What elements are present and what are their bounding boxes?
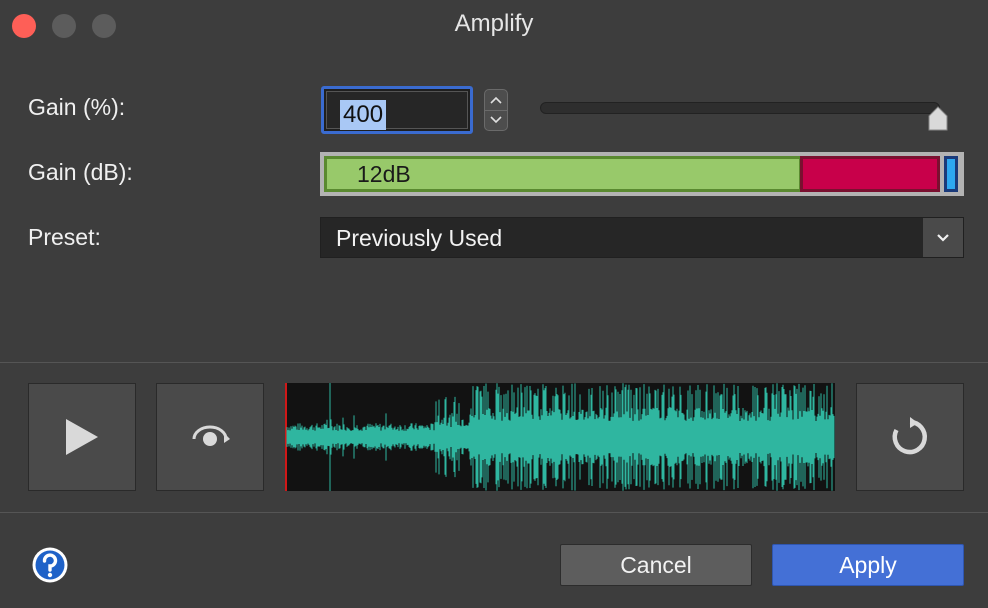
preset-dropdown[interactable]: Previously Used — [320, 217, 964, 258]
title-bar: Amplify — [0, 0, 988, 54]
play-button[interactable] — [28, 383, 136, 491]
gain-percent-field[interactable]: 400 — [321, 86, 473, 134]
play-icon — [66, 419, 98, 455]
preset-dropdown-button[interactable] — [923, 218, 963, 257]
gain-db-meter[interactable]: 12dB — [320, 152, 964, 196]
loop-play-button[interactable] — [156, 383, 264, 491]
gain-percent-field-inner: 400 — [326, 91, 468, 130]
chevron-up-icon — [490, 96, 502, 104]
refresh-icon — [892, 417, 927, 455]
preset-label: Preset: — [28, 224, 101, 250]
apply-button[interactable]: Apply — [772, 544, 964, 586]
gain-percent-value[interactable]: 400 — [340, 100, 387, 130]
chevron-down-icon — [490, 116, 502, 124]
stepper-down-button[interactable] — [485, 110, 507, 130]
waveform-graphic — [285, 383, 835, 491]
help-icon[interactable] — [31, 546, 69, 584]
gain-percent-slider-knob[interactable] — [927, 106, 949, 132]
gain-percent-slider[interactable] — [540, 102, 940, 114]
refresh-button[interactable] — [856, 383, 964, 491]
cancel-button[interactable]: Cancel — [560, 544, 752, 586]
waveform-preview[interactable] — [285, 383, 835, 491]
loop-play-icon — [192, 425, 230, 446]
waveform-trace — [286, 383, 835, 491]
gain-percent-label: Gain (%): — [28, 94, 126, 120]
gain-percent-stepper[interactable] — [484, 89, 508, 131]
chevron-down-icon — [937, 234, 949, 242]
section-divider — [0, 362, 988, 363]
gain-db-meter-clip-zone — [800, 156, 940, 192]
gain-db-meter-handle[interactable] — [944, 156, 958, 192]
stepper-up-button[interactable] — [485, 90, 507, 111]
footer-divider — [0, 512, 988, 513]
gain-db-label: Gain (dB): — [28, 159, 133, 185]
window-title: Amplify — [454, 10, 534, 37]
preset-selected-value: Previously Used — [336, 225, 503, 251]
gain-db-value: 12dB — [357, 161, 411, 187]
